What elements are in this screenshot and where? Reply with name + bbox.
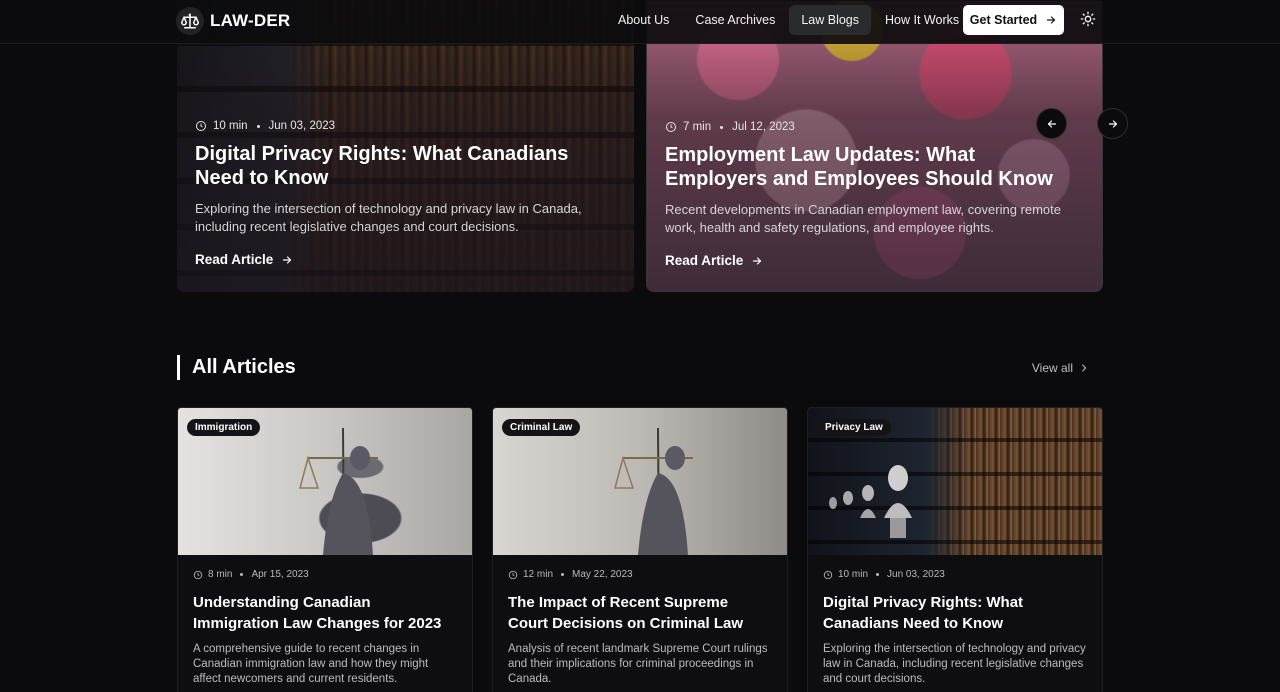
scales-icon: [176, 7, 204, 35]
read-time: 7 min: [683, 121, 712, 133]
publish-date: Jun 03, 2023: [268, 120, 336, 132]
separator-dot: [876, 573, 880, 576]
nav-link-law-blogs[interactable]: Law Blogs: [789, 5, 872, 35]
theme-toggle-button[interactable]: [1078, 9, 1098, 29]
chevron-right-icon: [1082, 364, 1087, 372]
read-article-label: Read Article: [195, 252, 274, 267]
arrow-right-icon: [283, 255, 292, 264]
justice-statue-image: Immigration: [178, 408, 472, 555]
read-time: 10 min: [838, 569, 869, 580]
top-navbar: LAW-DER About Us Case Archives Law Blogs…: [0, 0, 1280, 44]
publish-date: May 22, 2023: [572, 569, 633, 580]
article-title[interactable]: Digital Privacy Rights: What Canadians N…: [823, 592, 1087, 634]
read-time: 10 min: [213, 120, 248, 132]
article-meta: 8 min Apr 15, 2023: [193, 569, 457, 580]
get-started-button[interactable]: Get Started: [963, 5, 1064, 35]
read-time: 12 min: [523, 569, 554, 580]
featured-description: Recent developments in Canadian employme…: [665, 202, 1061, 235]
read-time: 8 min: [208, 569, 233, 580]
featured-content: 10 min Jun 03, 2023 Digital Privacy Righ…: [195, 120, 610, 267]
section-title: All Articles: [192, 356, 296, 378]
article-meta: 7 min Jul 12, 2023: [665, 121, 1078, 133]
nav-link-about-us[interactable]: About Us: [606, 5, 681, 35]
arrow-left-icon: [1047, 119, 1056, 128]
justice-statue-image: Criminal Law: [493, 408, 787, 555]
category-tag[interactable]: Criminal Law: [502, 419, 581, 436]
brand-name: LAW-DER: [210, 11, 291, 30]
carousel-next-button[interactable]: [1097, 108, 1128, 139]
clock-icon: [193, 570, 203, 579]
arrow-right-icon: [753, 256, 762, 265]
brand-logo[interactable]: LAW-DER: [176, 6, 290, 36]
clock-icon: [823, 570, 833, 579]
nav-link-how-it-works[interactable]: How It Works: [873, 5, 971, 35]
nav-link-case-archives[interactable]: Case Archives: [683, 5, 787, 35]
article-title[interactable]: Understanding Canadian Immigration Law C…: [193, 592, 457, 634]
featured-title[interactable]: Employment Law Updates: What Employers a…: [665, 143, 1078, 191]
featured-description: Exploring the intersection of technology…: [195, 201, 582, 234]
busts-illustration: [829, 465, 912, 538]
card-body: 10 min Jun 03, 2023 Digital Privacy Righ…: [808, 555, 1102, 692]
featured-title[interactable]: Digital Privacy Rights: What Canadians N…: [195, 142, 610, 190]
arrow-right-icon: [1047, 16, 1056, 24]
library-image: Privacy Law: [808, 408, 1102, 555]
article-card[interactable]: Criminal Law 12 min May 22, 2023 The Imp…: [492, 407, 788, 692]
read-article-label: Read Article: [665, 253, 744, 268]
separator-dot: [240, 573, 244, 576]
article-description: Exploring the intersection of technology…: [823, 643, 1086, 685]
view-all-link[interactable]: View all: [1032, 361, 1089, 375]
category-tag[interactable]: Immigration: [187, 419, 261, 436]
sun-icon: [1080, 11, 1096, 27]
article-card[interactable]: Privacy Law 10 min Jun 03, 2023 Digital …: [807, 407, 1103, 692]
article-description: A comprehensive guide to recent changes …: [193, 643, 429, 685]
article-description: Analysis of recent landmark Supreme Cour…: [508, 643, 768, 685]
category-tag[interactable]: Privacy Law: [817, 419, 891, 436]
statue-illustration: [299, 427, 378, 555]
article-meta: 12 min May 22, 2023: [508, 569, 772, 580]
carousel-prev-button[interactable]: [1036, 108, 1067, 139]
card-body: 12 min May 22, 2023 The Impact of Recent…: [493, 555, 787, 692]
read-article-link[interactable]: Read Article: [195, 252, 610, 267]
separator-dot: [720, 125, 724, 129]
publish-date: Apr 15, 2023: [251, 569, 309, 580]
separator-dot: [561, 573, 565, 576]
all-articles-header: All Articles View all: [177, 355, 1103, 381]
article-meta: 10 min Jun 03, 2023: [195, 120, 610, 132]
arrow-right-icon: [1108, 119, 1117, 128]
card-body: 8 min Apr 15, 2023 Understanding Canadia…: [178, 555, 472, 692]
publish-date: Jun 03, 2023: [887, 569, 945, 580]
article-card[interactable]: Immigration 8 min Apr 15, 2023 Understan…: [177, 407, 473, 692]
read-article-link[interactable]: Read Article: [665, 253, 1078, 268]
featured-content: 7 min Jul 12, 2023 Employment Law Update…: [665, 121, 1078, 268]
clock-icon: [666, 122, 676, 132]
article-title[interactable]: The Impact of Recent Supreme Court Decis…: [508, 592, 772, 634]
article-meta: 10 min Jun 03, 2023: [823, 569, 1087, 580]
statue-illustration: [614, 427, 693, 555]
clock-icon: [508, 570, 518, 579]
view-all-label: View all: [1031, 361, 1073, 375]
section-accent-bar: [177, 355, 180, 380]
publish-date: Jul 12, 2023: [732, 121, 795, 133]
get-started-label: Get Started: [969, 13, 1038, 27]
main-nav: About Us Case Archives Law Blogs How It …: [606, 5, 971, 35]
separator-dot: [256, 124, 260, 128]
clock-icon: [196, 121, 206, 131]
